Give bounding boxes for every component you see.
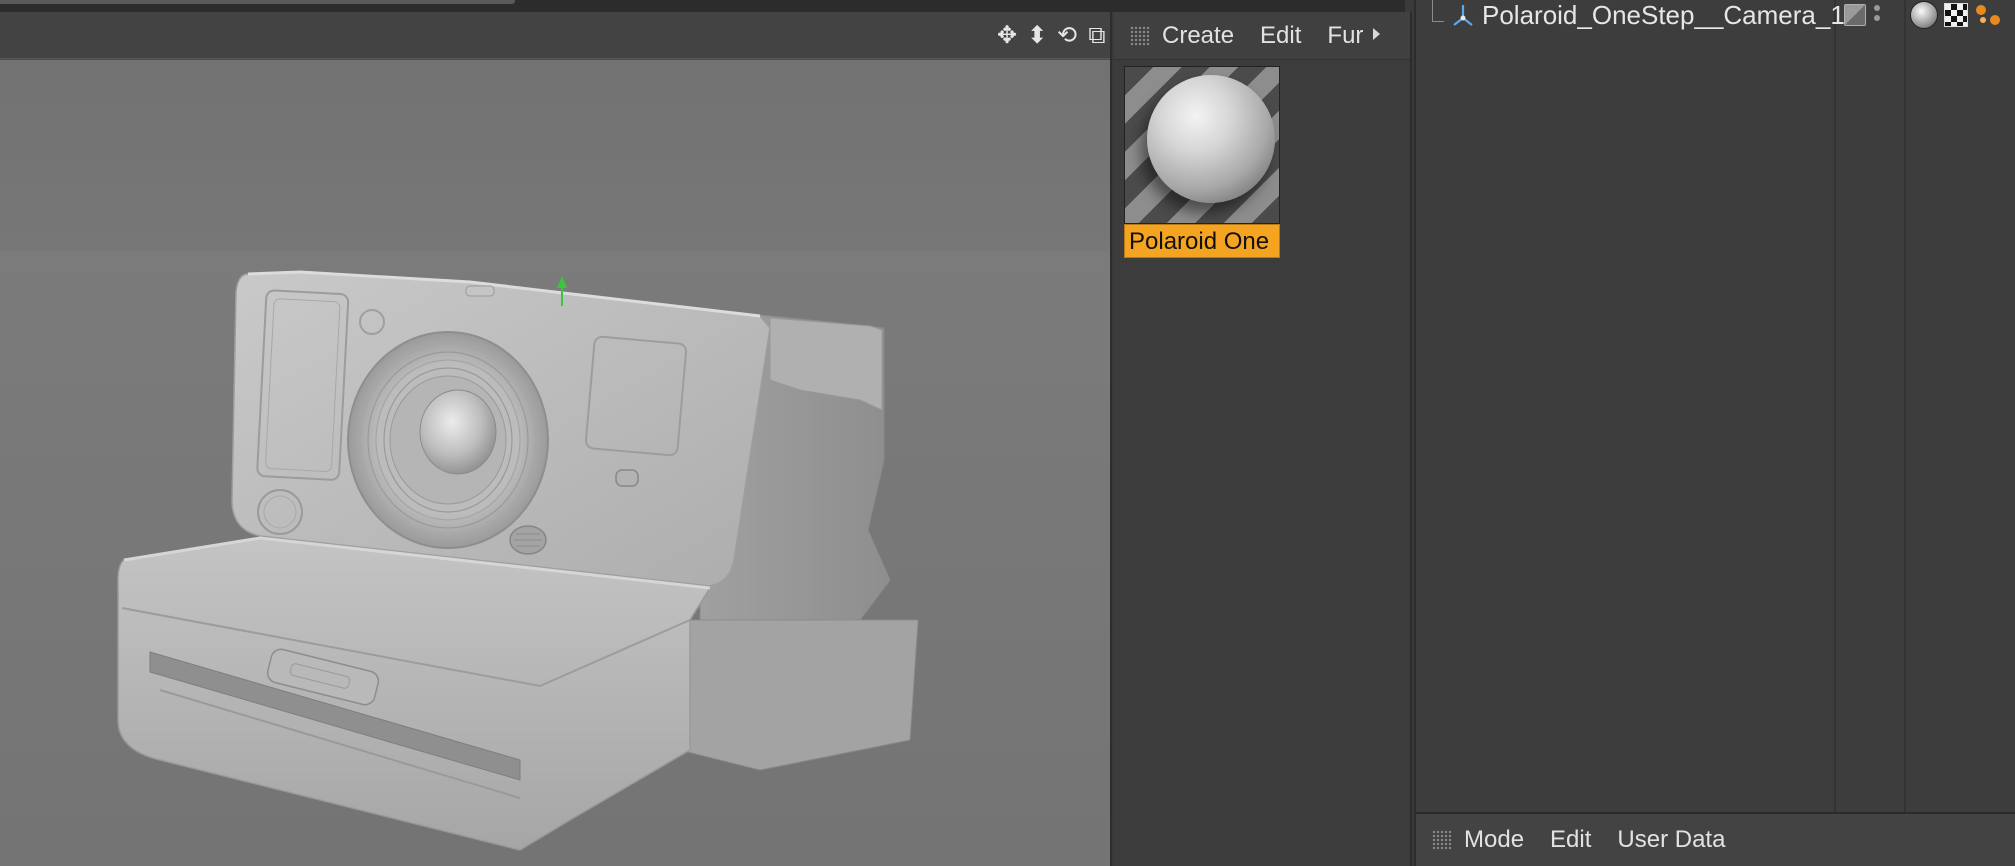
material-tag-icon[interactable] [1910, 1, 1938, 29]
object-name[interactable]: Polaroid_OneStep__Camera_1 [1482, 0, 1845, 30]
viewport-panel[interactable]: ✥ ⬍ ⟲ ⧉ [0, 12, 1112, 866]
menu-overflow-arrow-icon[interactable] [1373, 27, 1381, 40]
attribute-menubar: Mode Edit User Data [1416, 814, 2015, 866]
visibility-dots-icon[interactable] [1872, 2, 1882, 28]
layout-tab[interactable] [0, 0, 515, 4]
menu-mode[interactable]: Mode [1464, 826, 1524, 854]
material-menubar: Create Edit Fur [1114, 12, 1410, 60]
move-view-icon[interactable]: ✥ [994, 22, 1020, 48]
object-row[interactable]: Polaroid_OneStep__Camera_1 [1416, 0, 2015, 30]
texture-tag-icon[interactable] [1944, 3, 1968, 27]
material-sphere-icon [1147, 75, 1275, 203]
column-separator[interactable] [1904, 0, 1906, 812]
column-separator[interactable] [1834, 0, 1836, 812]
top-tab-strip [0, 0, 1405, 12]
viewport-canvas[interactable] [0, 60, 1110, 866]
tree-connector [1432, 0, 1444, 22]
layer-color-icon[interactable] [1844, 4, 1866, 26]
menu-user-data[interactable]: User Data [1617, 826, 1725, 854]
maximize-view-icon[interactable]: ⧉ [1084, 22, 1110, 48]
object-manager-panel: Polaroid_OneStep__Camera_1 [1414, 0, 2015, 812]
rotate-view-icon[interactable]: ⟲ [1054, 22, 1080, 48]
menu-create[interactable]: Create [1162, 22, 1234, 50]
panel-grip-icon[interactable] [1130, 25, 1150, 46]
dolly-view-icon[interactable]: ⬍ [1024, 22, 1050, 48]
material-tile[interactable]: Polaroid One [1124, 66, 1280, 270]
camera-model [117, 270, 919, 851]
menu-edit[interactable]: Edit [1550, 826, 1591, 854]
material-manager-panel: Create Edit Fur Polaroid One [1114, 12, 1412, 866]
null-object-icon [1453, 5, 1473, 26]
menu-function[interactable]: Fur [1327, 22, 1363, 50]
viewport-header: ✥ ⬍ ⟲ ⧉ [0, 12, 1110, 59]
material-name-label: Polaroid One [1124, 224, 1280, 258]
attribute-manager-panel: Mode Edit User Data [1414, 812, 2015, 866]
menu-edit[interactable]: Edit [1260, 22, 1301, 50]
phong-tag-icon[interactable] [1976, 3, 2006, 29]
panel-grip-icon[interactable] [1432, 830, 1452, 850]
material-preview-thumbnail [1124, 66, 1280, 224]
